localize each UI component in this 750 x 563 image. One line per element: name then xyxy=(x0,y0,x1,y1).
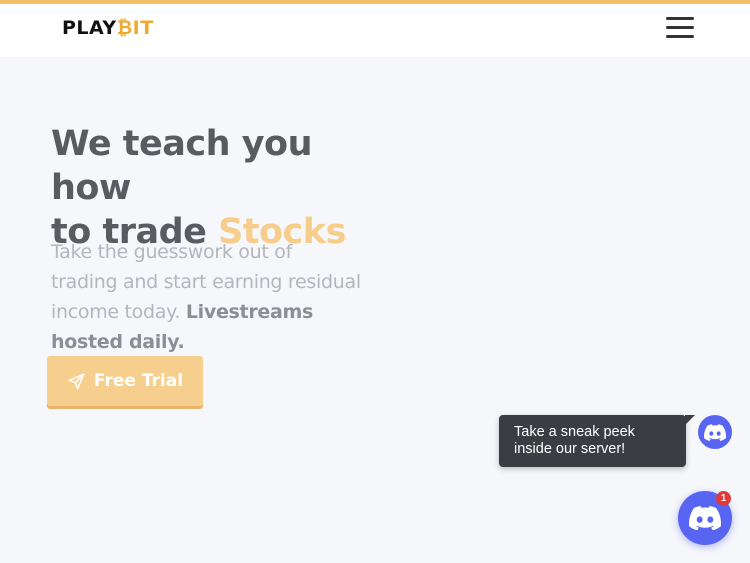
logo-text-prefix: PLAY xyxy=(62,17,117,39)
hero-subtitle: Take the guesswork out of trading and st… xyxy=(51,237,361,357)
discord-peek-button[interactable] xyxy=(698,415,732,449)
hamburger-menu-icon[interactable] xyxy=(664,16,696,44)
discord-icon xyxy=(704,423,726,441)
navbar: PLAY ₿ IT xyxy=(0,4,750,57)
send-arrow-icon xyxy=(67,372,86,391)
logo[interactable]: PLAY ₿ IT xyxy=(62,17,154,39)
free-trial-button[interactable]: Free Trial xyxy=(47,356,203,406)
bitcoin-b-icon: ₿ xyxy=(116,17,133,39)
free-trial-label: Free Trial xyxy=(93,371,184,391)
notification-badge: 1 xyxy=(716,491,731,506)
discord-icon xyxy=(689,506,721,530)
hero-title: We teach you how to trade Stocks xyxy=(51,122,391,254)
logo-text-suffix: IT xyxy=(132,17,154,39)
discord-tooltip: Take a sneak peek inside our server! xyxy=(499,415,695,467)
hero-title-line1: We teach you how xyxy=(51,124,313,208)
discord-tooltip-text: Take a sneak peek inside our server! xyxy=(514,424,635,457)
